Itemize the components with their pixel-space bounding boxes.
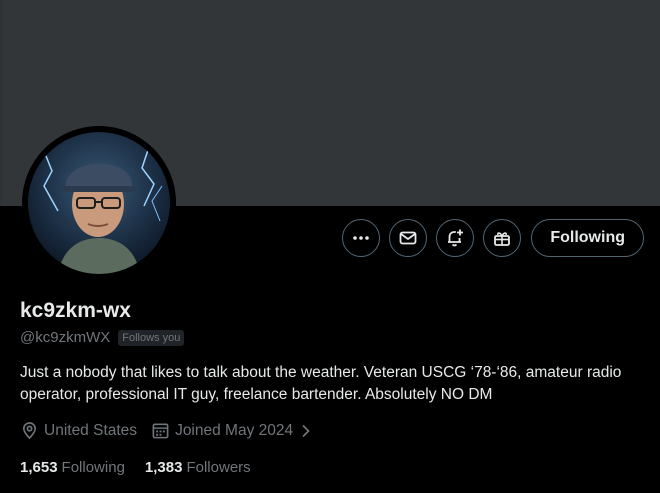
chevron-right-icon [302, 424, 310, 437]
follows-you-badge: Follows you [118, 329, 185, 346]
profile-display-name: kc9zkm-wx [20, 299, 131, 322]
handle-row: @kc9zkmWX Follows you [20, 329, 185, 346]
profile-actions: Following [342, 219, 644, 257]
notifications-button[interactable] [436, 219, 475, 257]
following-stat[interactable]: 1,653 Following [20, 459, 125, 476]
profile-bio: Just a nobody that likes to talk about t… [20, 364, 622, 403]
followers-stat[interactable]: 1,383 Followers [145, 459, 251, 476]
location-pin-icon [22, 422, 37, 440]
followers-count: 1,383 [144, 459, 183, 476]
following-label: Following [61, 459, 125, 476]
profile-avatar[interactable] [22, 126, 176, 280]
gift-icon [494, 232, 511, 246]
following-count: 1,653 [20, 459, 58, 476]
message-button[interactable] [389, 219, 428, 257]
profile-stats: 1,653 Following 1,383 Followers [20, 459, 251, 476]
mail-icon [399, 231, 417, 245]
joined-item[interactable]: Joined May 2024 [151, 421, 314, 440]
location-text: United States [44, 421, 138, 439]
followers-label: Followers [186, 459, 251, 476]
following-button[interactable]: Following [531, 219, 644, 257]
more-button[interactable] [342, 219, 381, 257]
profile-meta: United States Joined May 2024 [20, 421, 314, 440]
bell-plus-icon [448, 229, 464, 247]
calendar-icon [152, 423, 169, 439]
subscribe-button[interactable] [483, 219, 522, 257]
joined-text: Joined May 2024 [175, 421, 294, 439]
profile-handle: @kc9zkmWX [20, 329, 111, 346]
more-dots-icon [353, 236, 370, 240]
location-item: United States [20, 421, 137, 440]
